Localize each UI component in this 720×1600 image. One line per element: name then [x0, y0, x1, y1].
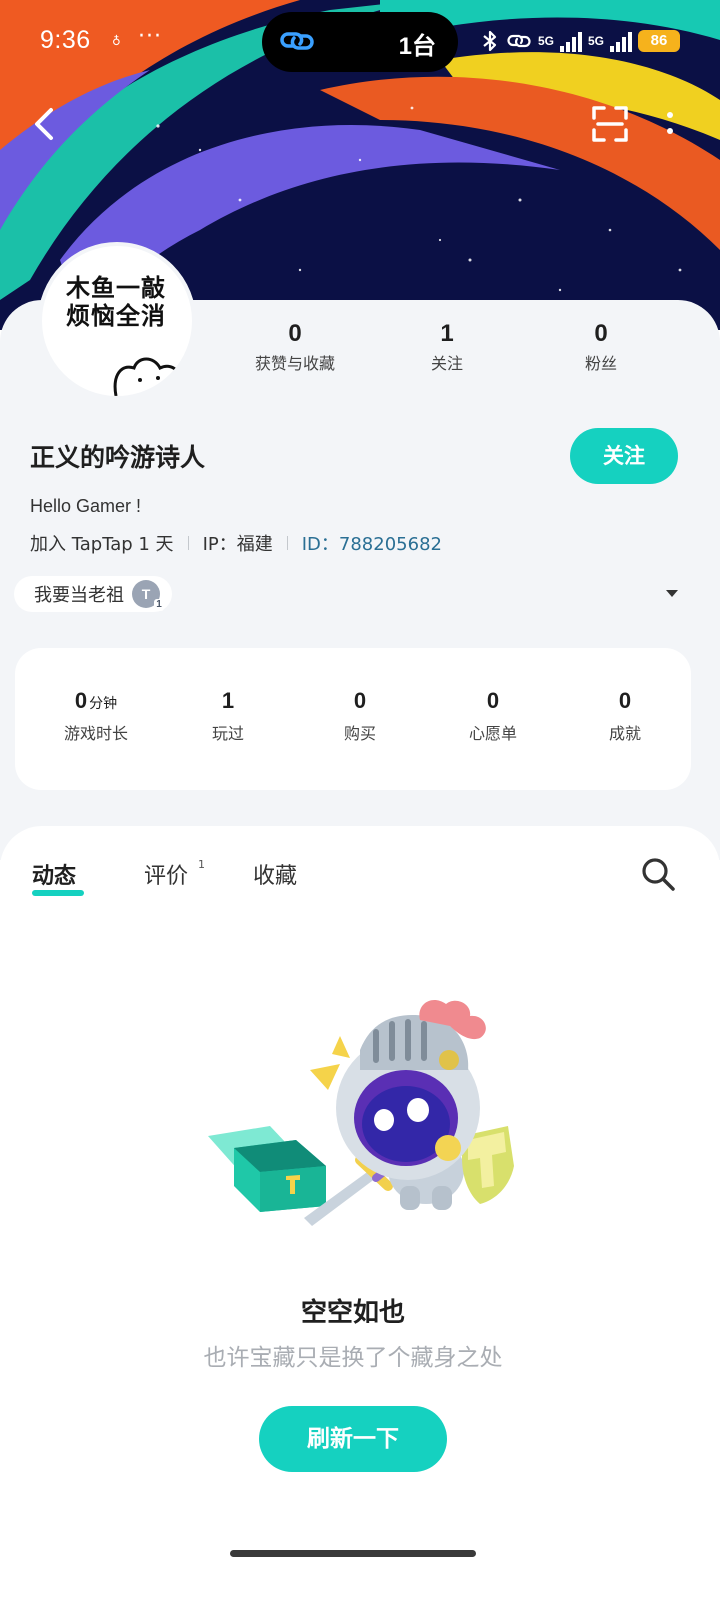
tab-reviews-count: 1 [198, 858, 205, 871]
ip-location: IP：福建 [202, 534, 273, 555]
stat-label: 购买 [343, 724, 376, 743]
dropdown-arrow-icon[interactable] [666, 590, 678, 597]
system-icons: 5G 5G 86 [480, 26, 680, 56]
count-label: 关注 [430, 354, 463, 373]
title-badge-letter: T [141, 586, 151, 602]
link-status-icon [507, 34, 531, 48]
stat-label: 心愿单 [468, 724, 517, 743]
island-label: 1台 [398, 33, 436, 60]
follow-button[interactable]: 关注 [570, 428, 678, 484]
network-type-1: 5G [537, 34, 554, 48]
empty-state-title: 空空如也 [300, 1298, 405, 1328]
stat-value: 0 [353, 688, 367, 713]
count-value: 0 [594, 320, 608, 347]
stat-unit: 分钟 [89, 696, 118, 712]
battery-icon: 86 [638, 30, 680, 52]
status-overflow: ··· [138, 24, 162, 49]
username: 正义的吟游诗人 [30, 443, 206, 472]
stat-value: 0 [486, 688, 500, 713]
joined-text: 加入 TapTap 1 天 [30, 534, 174, 555]
scan-icon [592, 106, 628, 142]
stat-value: 0 [618, 688, 632, 713]
stat-purchased[interactable]: 0 购买 [295, 688, 425, 744]
refresh-button[interactable]: 刷新一下 [259, 1406, 447, 1472]
avatar[interactable]: 木鱼一敲 烦恼全消 [38, 242, 196, 400]
bluetooth-icon [483, 30, 497, 52]
signal-icon-2 [610, 30, 632, 52]
following-count[interactable]: 1 关注 [372, 320, 522, 374]
empty-state-illustration [208, 999, 514, 1226]
stat-value: 0 [74, 688, 88, 713]
stat-playtime[interactable]: 0 分钟 游戏时长 [31, 688, 161, 744]
profile-counts: 0 获赞与收藏 1 关注 0 粉丝 [220, 320, 690, 380]
stat-label: 成就 [608, 724, 641, 743]
divider [286, 536, 288, 550]
tab-indicator [32, 890, 84, 896]
title-badge-icon: T 1 [132, 580, 164, 611]
empty-state-subtitle: 也许宝藏只是换了个藏身之处 [203, 1345, 503, 1371]
back-button[interactable] [26, 104, 66, 144]
avatar-doodle [113, 357, 181, 396]
stat-achievements[interactable]: 0 成就 [560, 688, 690, 744]
stat-played[interactable]: 1 玩过 [163, 688, 293, 744]
tab-moments[interactable]: 动态 [32, 858, 76, 890]
title-chip[interactable]: 我要当老祖 T 1 [14, 576, 172, 612]
title-chip-label: 我要当老祖 [34, 585, 124, 606]
dynamic-island[interactable]: 1台 [262, 12, 458, 72]
tab-reviews[interactable]: 评价 [144, 858, 188, 890]
count-label: 粉丝 [584, 354, 617, 373]
followers-count[interactable]: 0 粉丝 [526, 320, 676, 374]
stat-wishlist[interactable]: 0 心愿单 [428, 688, 558, 744]
likes-favorites-count[interactable]: 0 获赞与收藏 [220, 320, 370, 374]
search-button[interactable] [640, 856, 676, 892]
profile-meta: 加入 TapTap 1 天 IP：福建 ID：788205682 [30, 530, 442, 556]
home-indicator[interactable] [230, 1550, 476, 1557]
link-icon [280, 32, 314, 50]
game-stats-card: 0 分钟 游戏时长 1 玩过 0 购买 0 心愿单 0 成就 [15, 648, 691, 790]
count-value: 1 [440, 320, 454, 347]
stat-value: 1 [221, 688, 235, 713]
title-badge-level: 1 [154, 599, 164, 611]
stat-label: 游戏时长 [63, 724, 128, 743]
more-vertical-icon [660, 112, 680, 134]
stat-label: 玩过 [211, 724, 244, 743]
search-icon [642, 858, 675, 891]
notification-icon: ♁ [112, 34, 121, 48]
tab-favorites[interactable]: 收藏 [253, 858, 297, 890]
bio: Hello Gamer ! [30, 496, 142, 516]
signal-icon-1 [559, 30, 582, 52]
user-id[interactable]: ID：788205682 [302, 530, 442, 556]
count-value: 0 [288, 320, 302, 347]
more-button[interactable] [660, 108, 680, 144]
status-bar: 9:36 ♁ ··· 1台 5G 5G 86 [0, 0, 720, 84]
count-label: 获赞与收藏 [254, 354, 335, 373]
network-type-2: 5G [587, 34, 604, 48]
scan-button[interactable] [590, 104, 630, 144]
chevron-left-icon [35, 108, 53, 140]
status-time: 9:36 [40, 26, 91, 54]
divider [187, 536, 189, 550]
